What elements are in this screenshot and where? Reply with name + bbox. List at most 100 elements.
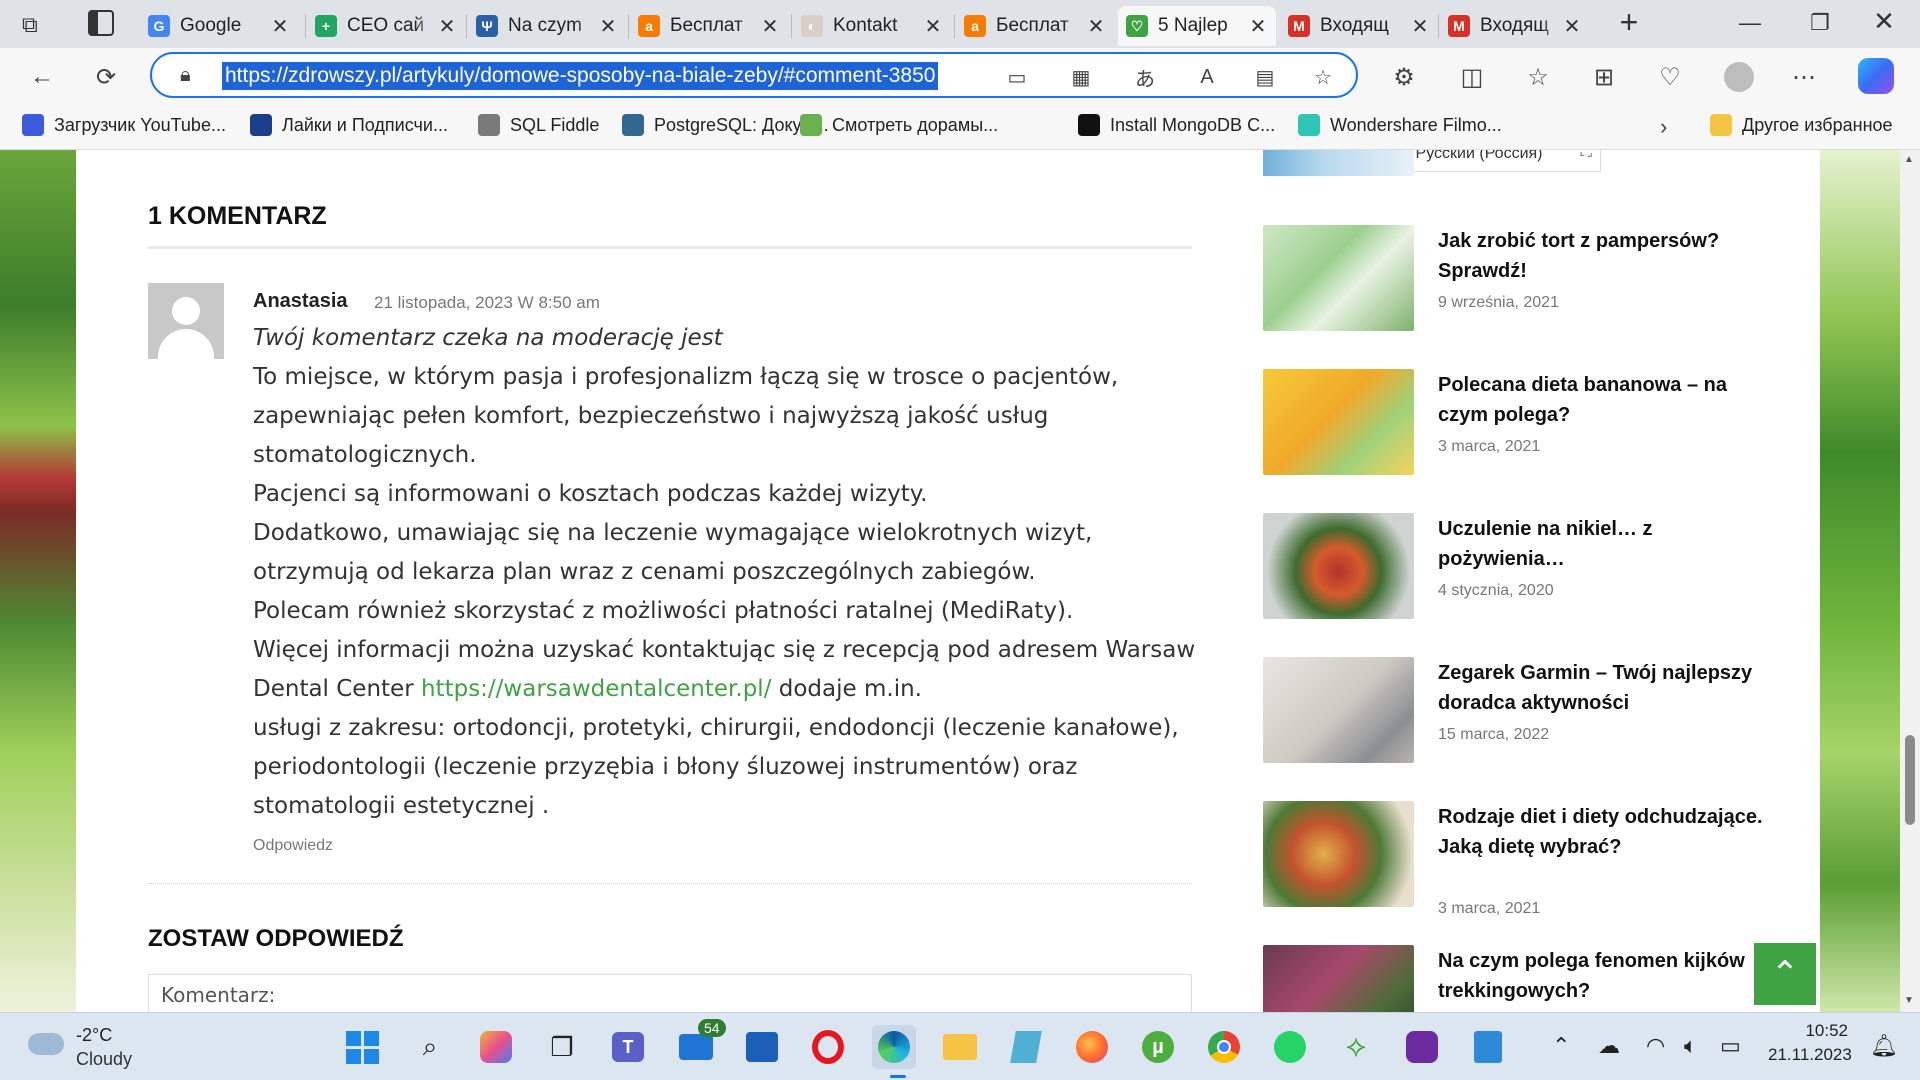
- immersive-reader-icon[interactable]: ▤: [1250, 62, 1280, 92]
- scroll-down-icon[interactable]: ▼: [1904, 995, 1914, 1006]
- qr-code-icon[interactable]: ▦: [1066, 62, 1096, 92]
- back-to-top-button[interactable]: ⌃: [1754, 943, 1816, 1005]
- collections-icon[interactable]: ⊞: [1584, 57, 1624, 97]
- close-tab-icon[interactable]: ✕: [1562, 14, 1582, 39]
- tab-4[interactable]: a Бесплат ✕: [630, 6, 788, 46]
- page-scrollbar[interactable]: ▲ ▼: [1900, 150, 1920, 1012]
- bookmark-item[interactable]: Смотреть дорамы...: [800, 114, 998, 136]
- tab-8[interactable]: M Входящ ✕: [1280, 6, 1438, 46]
- bookmark-item[interactable]: SQL Fiddle: [478, 114, 599, 136]
- search-icon[interactable]: ⌕: [408, 1025, 452, 1069]
- mail-icon[interactable]: 54: [674, 1019, 726, 1069]
- address-bar[interactable]: 🔒︎ https://zdrowszy.pl/artykuly/domowe-s…: [150, 52, 1358, 98]
- close-tab-icon[interactable]: ✕: [598, 14, 618, 39]
- whatsapp-icon[interactable]: [1268, 1025, 1312, 1069]
- bookmark-item[interactable]: Install MongoDB C...: [1078, 114, 1275, 136]
- back-button[interactable]: ←: [22, 57, 62, 97]
- sidebar-post-title[interactable]: Na czym polega fenomen kijków trekkingow…: [1438, 946, 1768, 1006]
- chevron-up-icon[interactable]: ⌃: [1552, 1033, 1570, 1059]
- tab-7[interactable]: ♡ 5 Najlep ✕: [1118, 6, 1276, 46]
- tab-3[interactable]: Ψ Na czym ✕: [468, 6, 626, 46]
- healthy-food-image[interactable]: [1263, 801, 1414, 907]
- store-icon[interactable]: [740, 1025, 784, 1069]
- close-tab-icon[interactable]: ✕: [1410, 14, 1430, 39]
- comment-date[interactable]: 21 listopada, 2023 W 8:50 am: [374, 293, 600, 313]
- app-available-icon[interactable]: ▭: [1002, 62, 1032, 92]
- chrome-icon[interactable]: [1202, 1025, 1246, 1069]
- restore-button[interactable]: ❐: [1800, 10, 1840, 40]
- sidebar-post-title[interactable]: Jak zrobić tort z pampersów? Sprawdź!: [1438, 226, 1768, 286]
- towel-rolls-image[interactable]: [1263, 225, 1414, 331]
- tab-9[interactable]: M Входящ ✕: [1440, 6, 1590, 46]
- bananas-image[interactable]: [1263, 369, 1414, 475]
- close-tab-icon[interactable]: ✕: [270, 14, 290, 39]
- trekking-poles-image[interactable]: [1263, 945, 1414, 1012]
- yoga-woman-image[interactable]: [1263, 657, 1414, 763]
- bookmark-item[interactable]: Лайки и Подписчи...: [250, 114, 448, 136]
- close-tab-icon[interactable]: ✕: [1248, 14, 1268, 39]
- start-icon[interactable]: [340, 1025, 384, 1069]
- tab-2[interactable]: + CEO сай ✕: [307, 6, 465, 46]
- game-app-icon[interactable]: [1400, 1025, 1444, 1069]
- utorrent-icon[interactable]: µ: [1136, 1025, 1180, 1069]
- comment-author[interactable]: Anastasia: [253, 290, 348, 313]
- opera-icon[interactable]: [806, 1025, 850, 1069]
- file-explorer-icon[interactable]: [938, 1025, 982, 1069]
- volume-icon[interactable]: 🔈︎: [1684, 1033, 1697, 1059]
- minimize-button[interactable]: —: [1730, 10, 1770, 40]
- new-tab-button[interactable]: +: [1612, 6, 1646, 40]
- comment-textarea[interactable]: Komentarz:: [148, 974, 1192, 1012]
- chevron-right-icon[interactable]: ›: [1660, 114, 1667, 140]
- profile-avatar[interactable]: [1724, 62, 1754, 92]
- clock[interactable]: 10:52 21.11.2023: [1768, 1021, 1852, 1065]
- wifi-icon[interactable]: ◠: [1646, 1033, 1665, 1059]
- battery-icon[interactable]: ▭: [1720, 1033, 1741, 1059]
- lock-icon[interactable]: 🔒︎: [180, 64, 191, 87]
- sidebar-post-title[interactable]: Polecana dieta bananowa – na czym polega…: [1438, 370, 1768, 430]
- sidebar-post-title[interactable]: Uczulenie na nikiel… z pożywienia…: [1438, 514, 1768, 574]
- close-tab-icon[interactable]: ✕: [923, 14, 943, 39]
- read-aloud-icon[interactable]: A: [1192, 62, 1222, 92]
- tab-1[interactable]: G Google ✕: [140, 6, 298, 46]
- sidebar-post-title[interactable]: Zegarek Garmin – Twój najlepszy doradca …: [1438, 658, 1768, 718]
- workspaces-icon[interactable]: ⧉: [22, 12, 52, 38]
- translate-icon[interactable]: あ: [1130, 62, 1160, 92]
- close-tab-icon[interactable]: ✕: [760, 14, 780, 39]
- weather-widget[interactable]: -2°C Cloudy: [20, 1023, 160, 1073]
- bookmark-item[interactable]: PostgreSQL: Докум...: [622, 114, 829, 136]
- bookmark-item[interactable]: Wondershare Filmo...: [1298, 114, 1502, 136]
- tab-6[interactable]: a Бесплат ✕: [956, 6, 1114, 46]
- favorites-icon[interactable]: ☆: [1518, 57, 1558, 97]
- website-link[interactable]: https://warsawdentalcenter.pl/: [421, 676, 771, 702]
- favorite-star-icon[interactable]: ☆: [1308, 62, 1338, 92]
- close-tab-icon[interactable]: ✕: [437, 14, 457, 39]
- notepad-icon[interactable]: [1004, 1025, 1048, 1069]
- vpn-icon[interactable]: ☁: [1598, 1033, 1620, 1059]
- close-window-button[interactable]: ✕: [1864, 6, 1904, 40]
- close-tab-icon[interactable]: ✕: [1086, 14, 1106, 39]
- teams-icon[interactable]: T: [606, 1025, 650, 1069]
- more-menu-icon[interactable]: ⋯: [1784, 57, 1824, 97]
- sidebar-post-title[interactable]: Rodzaje diet i diety odchudzające. Jaką …: [1438, 802, 1768, 862]
- browser-essentials-icon[interactable]: ♡: [1650, 57, 1690, 97]
- extensions-icon[interactable]: ⚙: [1384, 57, 1424, 97]
- salad-bowl-image[interactable]: [1263, 513, 1414, 619]
- firefox-icon[interactable]: [1070, 1025, 1114, 1069]
- url-text[interactable]: https://zdrowszy.pl/artykuly/domowe-spos…: [222, 62, 939, 90]
- task-view-icon[interactable]: ❐: [540, 1025, 584, 1069]
- other-bookmarks[interactable]: Другое избранное: [1710, 114, 1893, 136]
- scroll-up-icon[interactable]: ▲: [1904, 154, 1914, 165]
- edge-icon[interactable]: [872, 1025, 916, 1069]
- split-screen-icon[interactable]: ◫: [1452, 57, 1492, 97]
- copilot-icon[interactable]: [1858, 58, 1894, 94]
- scrollbar-thumb[interactable]: [1905, 735, 1915, 825]
- notes-app-icon[interactable]: [1466, 1025, 1510, 1069]
- notifications-icon[interactable]: 🔔︎: [1870, 1033, 1898, 1059]
- bookmark-item[interactable]: Загрузчик YouTube...: [22, 114, 226, 136]
- bluestacks-icon[interactable]: ⟡: [1334, 1025, 1378, 1069]
- copilot-preview-icon[interactable]: [474, 1025, 518, 1069]
- refresh-button[interactable]: ⟳: [86, 57, 126, 97]
- tab-actions-icon[interactable]: [88, 10, 114, 36]
- tab-5[interactable]: ◐ Kontakt ✕: [793, 6, 951, 46]
- reply-link[interactable]: Odpowiedz: [253, 837, 333, 855]
